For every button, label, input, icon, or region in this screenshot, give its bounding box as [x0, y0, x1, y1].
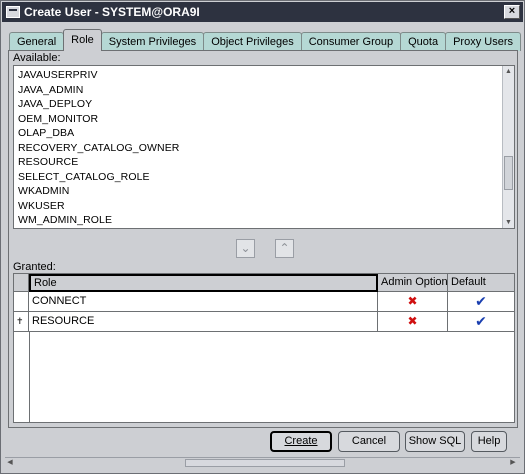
list-item[interactable]: WM_ADMIN_ROLE — [18, 214, 112, 226]
role-panel: Available: JAVAUSERPRIV JAVA_ADMIN JAVA_… — [8, 50, 518, 428]
admin-option-x-icon[interactable]: ✖ — [378, 312, 448, 331]
help-button[interactable]: Help — [471, 431, 507, 452]
granted-roles-table[interactable]: Role Admin Option Default CONNECT ✖ ✔ ✝ … — [13, 273, 515, 423]
list-item[interactable]: SELECT_CATALOG_ROLE — [18, 171, 150, 183]
tab-quota[interactable]: Quota — [400, 32, 447, 51]
list-item[interactable]: JAVAUSERPRIV — [18, 69, 98, 81]
window-menu-icon[interactable] — [6, 6, 20, 18]
title-bar: Create User - SYSTEM@ORA9I × — [2, 2, 523, 22]
scroll-up-arrow-icon[interactable]: ▲ — [503, 66, 514, 77]
list-item[interactable]: WKADMIN — [18, 185, 69, 197]
chevron-up-icon: ⌃ — [279, 241, 290, 255]
admin-option-x-icon[interactable]: ✖ — [378, 292, 448, 311]
column-header-default[interactable]: Default — [448, 274, 514, 292]
column-header-role[interactable]: Role — [29, 274, 378, 292]
create-button[interactable]: Create — [270, 431, 332, 452]
default-check-icon[interactable]: ✔ — [448, 292, 514, 311]
chevron-down-icon: ⌄ — [240, 241, 251, 255]
list-item[interactable]: OLAP_DBA — [18, 127, 74, 139]
default-check-icon[interactable]: ✔ — [448, 312, 514, 331]
current-row-indicator-icon: ✝ — [14, 312, 29, 331]
row-selector-header — [14, 274, 29, 292]
close-button[interactable]: × — [504, 5, 520, 19]
role-cell[interactable]: RESOURCE — [29, 312, 378, 331]
list-item[interactable]: OEM_MONITOR — [18, 113, 98, 125]
create-user-window: Create User - SYSTEM@ORA9I × General Rol… — [0, 0, 525, 474]
table-header: Role Admin Option Default — [14, 274, 514, 292]
scroll-right-arrow-icon[interactable]: ▶ — [508, 458, 518, 468]
tab-consumer-group[interactable]: Consumer Group — [300, 32, 402, 51]
available-label: Available: — [13, 52, 61, 64]
cancel-button[interactable]: Cancel — [338, 431, 400, 452]
list-item[interactable]: RESOURCE — [18, 156, 78, 168]
tab-general[interactable]: General — [9, 32, 65, 51]
column-header-admin-option[interactable]: Admin Option — [378, 274, 448, 292]
scroll-down-arrow-icon[interactable]: ▼ — [503, 217, 514, 228]
role-cell[interactable]: CONNECT — [29, 292, 378, 311]
table-row[interactable]: ✝ RESOURCE ✖ ✔ — [14, 312, 514, 332]
grant-role-button[interactable]: ⌄ — [236, 239, 255, 258]
list-item[interactable]: JAVA_DEPLOY — [18, 98, 92, 110]
available-list-scrollbar[interactable]: ▲ ▼ — [502, 66, 514, 228]
row-indicator — [14, 292, 29, 311]
close-icon: × — [508, 5, 516, 17]
revoke-role-button[interactable]: ⌃ — [275, 239, 294, 258]
tab-system-privileges[interactable]: System Privileges — [100, 32, 205, 51]
scrollbar-thumb[interactable] — [185, 459, 345, 467]
table-divider — [29, 332, 30, 422]
scrollbar-thumb[interactable] — [504, 156, 513, 190]
show-sql-button[interactable]: Show SQL — [405, 431, 465, 452]
granted-label: Granted: — [13, 261, 56, 273]
list-item[interactable]: WKUSER — [18, 200, 65, 212]
tab-proxy-users[interactable]: Proxy Users — [445, 32, 521, 51]
horizontal-scrollbar[interactable]: ◀ ▶ — [5, 457, 520, 468]
scroll-left-arrow-icon[interactable]: ◀ — [5, 458, 15, 468]
window-title: Create User - SYSTEM@ORA9I — [24, 5, 200, 19]
table-row[interactable]: CONNECT ✖ ✔ — [14, 292, 514, 312]
tab-bar: General Role System Privileges Object Pr… — [9, 29, 521, 51]
list-item[interactable]: RECOVERY_CATALOG_OWNER — [18, 142, 179, 154]
list-item[interactable]: JAVA_ADMIN — [18, 84, 83, 96]
create-button-label: Create — [284, 435, 318, 447]
available-roles-list[interactable]: JAVAUSERPRIV JAVA_ADMIN JAVA_DEPLOY OEM_… — [13, 65, 515, 229]
tab-role[interactable]: Role — [63, 29, 102, 51]
tab-object-privileges[interactable]: Object Privileges — [203, 32, 302, 51]
